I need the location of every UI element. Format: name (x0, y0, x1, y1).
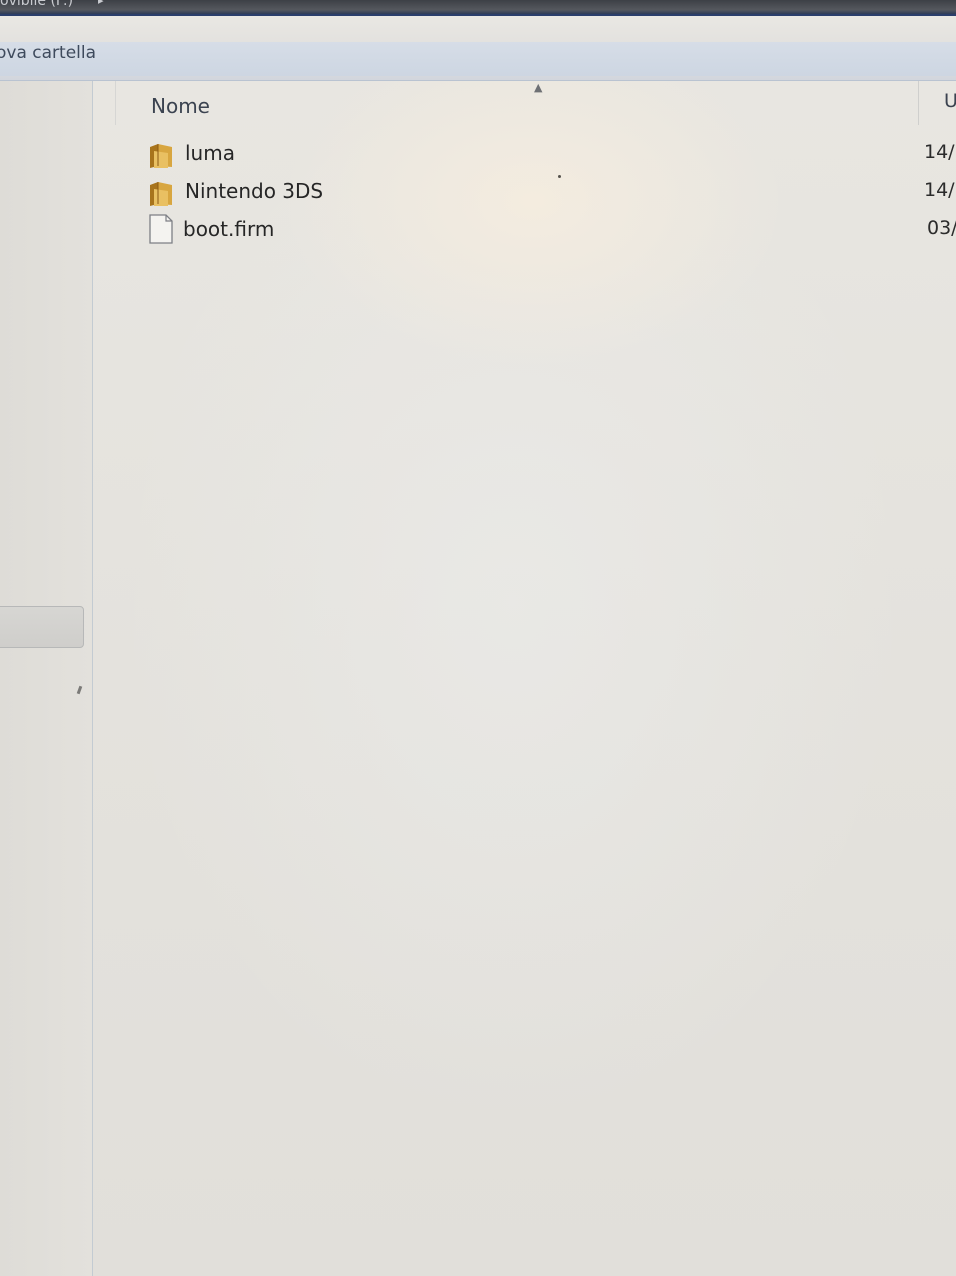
new-folder-button[interactable]: ova cartella (0, 43, 96, 63)
file-list-pane: ▲ Nome Ulti luma 14/ (93, 81, 956, 1276)
screen-speck (558, 175, 561, 178)
address-bar[interactable]: ovibile (F:) ▸ (0, 0, 956, 14)
list-item[interactable]: boot.firm 03/ (93, 211, 956, 249)
chevron-right-icon[interactable]: ▸ (98, 0, 104, 7)
navigation-pane (0, 81, 93, 1276)
mouse-cursor (76, 685, 83, 695)
item-name: Nintendo 3DS (185, 179, 324, 203)
item-name: boot.firm (183, 217, 275, 241)
column-header-date-modified[interactable]: Ulti (944, 90, 956, 112)
toolbar-band (0, 42, 956, 76)
sort-ascending-icon: ▲ (534, 81, 543, 94)
item-date: 14/ (924, 179, 955, 201)
item-date: 14/ (924, 141, 955, 163)
list-item[interactable]: Nintendo 3DS 14/ (93, 173, 956, 211)
explorer-window: ovibile (F:) ▸ ova cartella ▲ Nome Ulti (0, 0, 956, 1276)
file-list: luma 14/ Nintendo 3DS 14/ boot.firm 03/ (93, 135, 956, 249)
navigation-scrollbar-thumb[interactable] (0, 606, 84, 648)
folder-icon (148, 179, 174, 207)
column-header-name[interactable]: Nome (151, 94, 210, 118)
folder-icon (148, 141, 174, 169)
item-date: 03/ (927, 217, 956, 239)
file-icon (148, 214, 174, 244)
column-header-row: ▲ Nome Ulti (115, 81, 956, 125)
toolbar: ova cartella (0, 16, 956, 81)
column-divider[interactable] (918, 81, 919, 125)
list-item[interactable]: luma 14/ (93, 135, 956, 173)
item-name: luma (185, 141, 235, 165)
address-text: ovibile (F:) (0, 0, 74, 9)
